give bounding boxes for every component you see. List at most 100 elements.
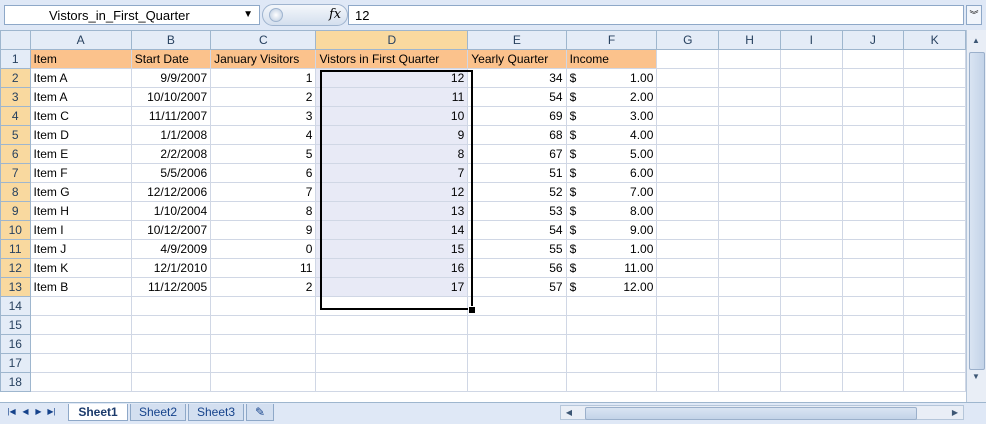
- row-header[interactable]: 2: [0, 68, 31, 88]
- cell-b16[interactable]: [130, 334, 212, 354]
- next-sheet-icon[interactable]: ▶: [33, 406, 44, 418]
- cell-k2[interactable]: [903, 68, 966, 88]
- cell-c14[interactable]: [210, 296, 317, 316]
- cell-f18[interactable]: [565, 372, 658, 392]
- cell-k15[interactable]: [903, 315, 966, 335]
- cell-a14[interactable]: [29, 296, 132, 316]
- cell-g7[interactable]: [656, 163, 720, 183]
- cell-g9[interactable]: [656, 201, 720, 221]
- cell-b12[interactable]: 12/1/2010: [130, 258, 212, 278]
- horizontal-scroll-thumb[interactable]: [585, 407, 917, 420]
- row-header[interactable]: 4: [0, 106, 31, 126]
- cell-d5[interactable]: 9: [315, 125, 469, 145]
- cell-h4[interactable]: [718, 106, 781, 126]
- cell-b4[interactable]: 11/11/2007: [130, 106, 212, 126]
- cell-d6[interactable]: 8: [315, 144, 469, 164]
- tab-sheet2[interactable]: Sheet2: [130, 404, 186, 421]
- cell-d17[interactable]: [315, 353, 469, 373]
- cell-f17[interactable]: [565, 353, 658, 373]
- cell-j16[interactable]: [841, 334, 905, 354]
- cell-a1[interactable]: Item: [29, 49, 132, 69]
- cell-g14[interactable]: [656, 296, 720, 316]
- cell-h9[interactable]: [718, 201, 781, 221]
- tab-sheet1[interactable]: Sheet1: [68, 404, 128, 421]
- cell-f16[interactable]: [565, 334, 658, 354]
- cell-j1[interactable]: [841, 49, 905, 69]
- cell-a10[interactable]: Item I: [29, 220, 132, 240]
- cell-e13[interactable]: 57: [467, 277, 567, 297]
- cell-b13[interactable]: 11/12/2005: [130, 277, 212, 297]
- cell-i6[interactable]: [779, 144, 843, 164]
- cell-i5[interactable]: [779, 125, 843, 145]
- cell-i8[interactable]: [779, 182, 843, 202]
- cell-i11[interactable]: [779, 239, 843, 259]
- cell-d15[interactable]: [315, 315, 469, 335]
- dropdown-arrow-icon[interactable]: ▼: [243, 9, 253, 20]
- cell-g13[interactable]: [656, 277, 720, 297]
- cell-h6[interactable]: [718, 144, 781, 164]
- cell-j13[interactable]: [841, 277, 905, 297]
- column-header-k[interactable]: K: [903, 30, 966, 50]
- cell-c3[interactable]: 2: [210, 87, 317, 107]
- cell-d11[interactable]: 15: [315, 239, 469, 259]
- cell-g6[interactable]: [656, 144, 720, 164]
- cell-f9[interactable]: $8.00: [565, 201, 658, 221]
- cell-k9[interactable]: [903, 201, 966, 221]
- row-header[interactable]: 13: [0, 277, 31, 297]
- cell-f8[interactable]: $7.00: [565, 182, 658, 202]
- cell-j6[interactable]: [841, 144, 905, 164]
- cell-f5[interactable]: $4.00: [565, 125, 658, 145]
- cell-b5[interactable]: 1/1/2008: [130, 125, 212, 145]
- cell-h10[interactable]: [718, 220, 781, 240]
- cell-h11[interactable]: [718, 239, 781, 259]
- cell-e18[interactable]: [467, 372, 567, 392]
- cell-e3[interactable]: 54: [467, 87, 567, 107]
- cell-g2[interactable]: [656, 68, 720, 88]
- row-header[interactable]: 14: [0, 296, 31, 316]
- row-header[interactable]: 11: [0, 239, 31, 259]
- cell-d9[interactable]: 13: [315, 201, 469, 221]
- cell-f11[interactable]: $1.00: [565, 239, 658, 259]
- cell-c9[interactable]: 8: [210, 201, 317, 221]
- first-sheet-icon[interactable]: |◀: [6, 406, 17, 418]
- row-header[interactable]: 15: [0, 315, 31, 335]
- cell-j11[interactable]: [841, 239, 905, 259]
- cell-k18[interactable]: [903, 372, 966, 392]
- cell-d14[interactable]: [315, 296, 469, 316]
- prev-sheet-icon[interactable]: ◀: [20, 406, 31, 418]
- cell-k16[interactable]: [903, 334, 966, 354]
- scroll-down-icon[interactable]: ▼: [969, 370, 983, 384]
- cell-j4[interactable]: [841, 106, 905, 126]
- cell-c4[interactable]: 3: [210, 106, 317, 126]
- cell-a2[interactable]: Item A: [29, 68, 132, 88]
- cell-i3[interactable]: [779, 87, 843, 107]
- cell-b1[interactable]: Start Date: [130, 49, 212, 69]
- cell-b3[interactable]: 10/10/2007: [130, 87, 212, 107]
- scroll-right-icon[interactable]: ▶: [949, 406, 961, 419]
- row-header[interactable]: 8: [0, 182, 31, 202]
- cell-h14[interactable]: [718, 296, 781, 316]
- cell-f1[interactable]: Income: [565, 49, 658, 69]
- cell-b7[interactable]: 5/5/2006: [130, 163, 212, 183]
- cell-a15[interactable]: [29, 315, 132, 335]
- cell-a9[interactable]: Item H: [29, 201, 132, 221]
- column-header-d[interactable]: D: [315, 30, 469, 50]
- cell-e11[interactable]: 55: [467, 239, 567, 259]
- cell-c10[interactable]: 9: [210, 220, 317, 240]
- cell-g17[interactable]: [656, 353, 720, 373]
- row-header[interactable]: 16: [0, 334, 31, 354]
- cell-d12[interactable]: 16: [315, 258, 469, 278]
- cell-a18[interactable]: [29, 372, 132, 392]
- cell-j14[interactable]: [841, 296, 905, 316]
- cell-d18[interactable]: [315, 372, 469, 392]
- cell-d10[interactable]: 14: [315, 220, 469, 240]
- cell-j18[interactable]: [841, 372, 905, 392]
- cell-c5[interactable]: 4: [210, 125, 317, 145]
- cell-f4[interactable]: $3.00: [565, 106, 658, 126]
- cell-b17[interactable]: [130, 353, 212, 373]
- cell-k17[interactable]: [903, 353, 966, 373]
- cell-h3[interactable]: [718, 87, 781, 107]
- column-header-c[interactable]: C: [210, 30, 317, 50]
- cell-h13[interactable]: [718, 277, 781, 297]
- cell-b15[interactable]: [130, 315, 212, 335]
